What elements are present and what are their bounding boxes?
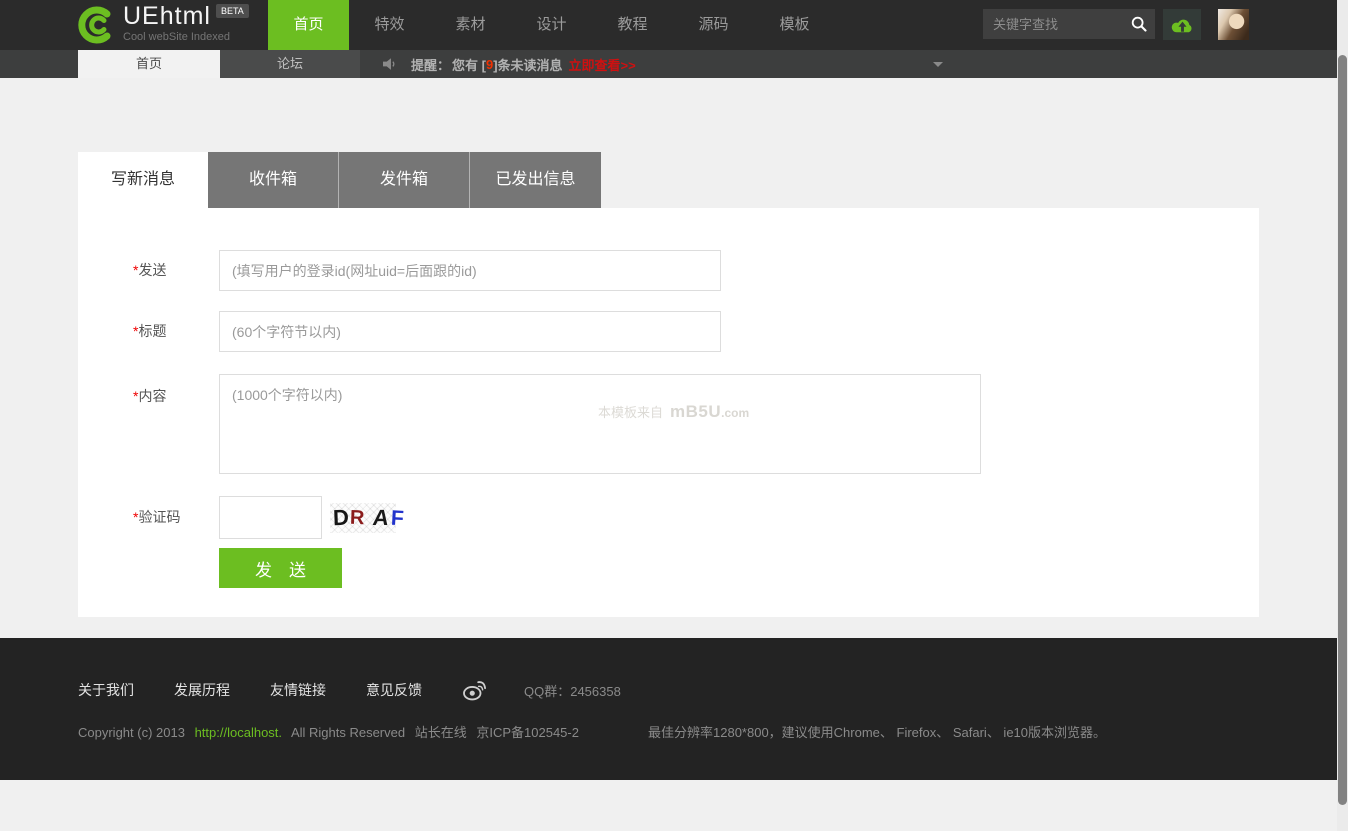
nav-item-source[interactable]: 源码 <box>673 0 754 50</box>
qq-group: QQ群：2456358 <box>524 681 621 700</box>
browser-tip: 最佳分辨率1280*800，建议使用Chrome、 Firefox、 Safar… <box>648 722 1106 741</box>
nav-item-effects[interactable]: 特效 <box>349 0 430 50</box>
message-tabs: 写新消息 收件箱 发件箱 已发出信息 <box>78 152 601 208</box>
main-nav: 首页 特效 素材 设计 教程 源码 模板 <box>268 0 835 50</box>
uehtml-logo-icon <box>76 4 116 46</box>
logo-tagline: Cool webSite Indexed <box>123 31 249 43</box>
notice-text-after: ]条未读消息 <box>493 55 562 74</box>
rights-text: All Rights Reserved <box>291 725 405 740</box>
cloud-upload-icon <box>1171 16 1194 34</box>
search-icon[interactable] <box>1130 15 1148 33</box>
speaker-icon <box>383 57 398 71</box>
title-label: *标题 <box>133 311 166 352</box>
localhost-link[interactable]: http://localhost. <box>195 725 282 740</box>
send-to-label: *发送 <box>133 250 166 291</box>
tab-sent[interactable]: 已发出信息 <box>470 152 601 208</box>
send-button[interactable]: 发 送 <box>219 548 342 588</box>
logo[interactable]: UEhtml BETA Cool webSite Indexed <box>76 4 249 46</box>
captcha-label: *验证码 <box>133 496 180 539</box>
sub-nav: 首页 论坛 提醒： 您有 [ 9 ]条未读消息 立即查看>> <box>0 50 1337 78</box>
footer-link-about[interactable]: 关于我们 <box>78 680 134 700</box>
nav-item-home[interactable]: 首页 <box>268 0 349 50</box>
footer-link-feedback[interactable]: 意见反馈 <box>366 680 422 700</box>
captcha-input[interactable] <box>219 496 322 539</box>
unread-notice: 提醒： 您有 [ 9 ]条未读消息 立即查看>> <box>383 50 636 78</box>
unread-count: 9 <box>486 57 493 72</box>
nav-item-tutorials[interactable]: 教程 <box>592 0 673 50</box>
copyright-text: Copyright (c) 2013 <box>78 725 185 740</box>
tab-outbox[interactable]: 发件箱 <box>339 152 470 208</box>
captcha-letter: A <box>372 507 391 529</box>
tab-compose[interactable]: 写新消息 <box>78 152 208 208</box>
nav-item-materials[interactable]: 素材 <box>430 0 511 50</box>
webmaster-online-text: 站长在线 <box>415 725 467 740</box>
weibo-icon[interactable] <box>462 679 488 701</box>
view-now-link[interactable]: 立即查看>> <box>569 55 636 74</box>
content-textarea[interactable] <box>219 374 981 474</box>
scrollbar-track[interactable] <box>1337 0 1348 831</box>
copyright: Copyright (c) 2013 http://localhost. All… <box>78 722 585 741</box>
footer-link-history[interactable]: 发展历程 <box>174 680 230 700</box>
nav-item-design[interactable]: 设计 <box>511 0 592 50</box>
footer: 关于我们 发展历程 友情链接 意见反馈 QQ群：2456358 Copyrigh… <box>0 638 1337 780</box>
notice-text-before: 您有 [ <box>452 55 486 74</box>
nav-item-templates[interactable]: 模板 <box>754 0 835 50</box>
top-header: UEhtml BETA Cool webSite Indexed 首页 特效 素… <box>0 0 1337 50</box>
footer-link-friends[interactable]: 友情链接 <box>270 680 326 700</box>
captcha-letter: R <box>350 508 365 528</box>
user-avatar[interactable] <box>1218 9 1249 40</box>
captcha-letter: F <box>391 507 405 529</box>
title-input[interactable] <box>219 311 721 352</box>
notice-label: 提醒： <box>411 55 450 74</box>
captcha-letter: D <box>333 507 350 530</box>
footer-links: 关于我们 发展历程 友情链接 意见反馈 QQ群：2456358 <box>78 680 621 700</box>
send-to-input[interactable] <box>219 250 721 291</box>
icp-text: 京ICP备102545-2 <box>476 725 579 740</box>
page: UEhtml BETA Cool webSite Indexed 首页 特效 素… <box>0 0 1348 831</box>
captcha-image[interactable]: D R A F <box>330 503 396 533</box>
content-label: *内容 <box>133 386 166 406</box>
subnav-tab-home[interactable]: 首页 <box>78 50 220 78</box>
tab-inbox[interactable]: 收件箱 <box>208 152 339 208</box>
logo-text: UEhtml <box>123 4 211 29</box>
compose-card: *发送 *标题 *内容 本模板来自 mB5U .com *验证码 D R A F… <box>78 208 1259 617</box>
search-box <box>983 9 1155 39</box>
upload-button[interactable] <box>1163 9 1201 40</box>
scrollbar-thumb[interactable] <box>1338 55 1347 805</box>
subnav-tab-forum[interactable]: 论坛 <box>220 50 360 78</box>
caret-down-icon[interactable] <box>933 62 943 67</box>
beta-badge: BETA <box>216 4 249 18</box>
